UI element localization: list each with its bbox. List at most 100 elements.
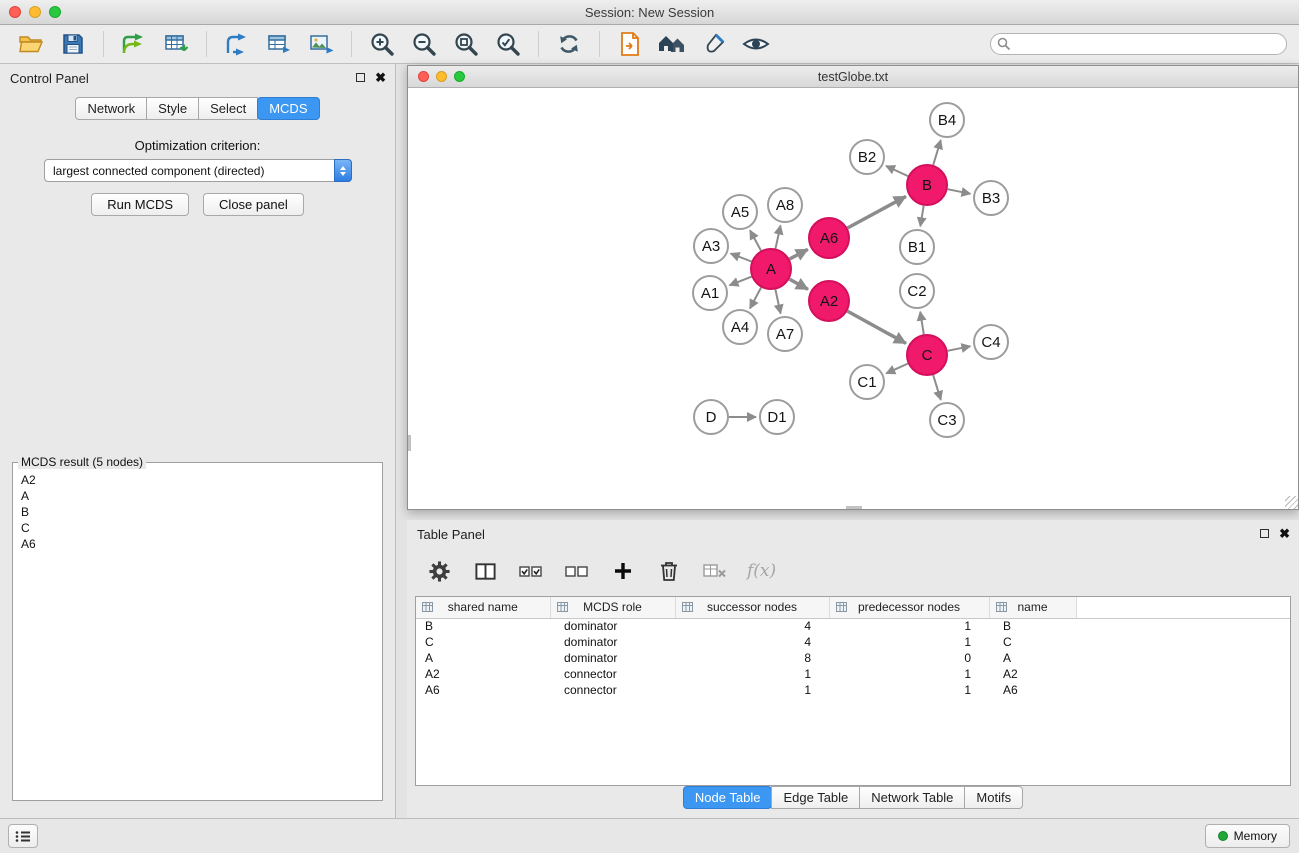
column-header-name[interactable]: name [989, 597, 1076, 618]
table-row[interactable]: A6connector11A6 [416, 682, 1290, 698]
zoom-network-window-button[interactable] [454, 71, 465, 82]
node-C1[interactable]: C1 [850, 365, 884, 399]
edge-B-B2[interactable] [886, 166, 908, 176]
node-A6[interactable]: A6 [809, 218, 849, 258]
zoom-in-button[interactable] [366, 28, 398, 60]
node-B3[interactable]: B3 [974, 181, 1008, 215]
edge-A-A3[interactable] [731, 254, 752, 262]
node-D[interactable]: D [694, 400, 728, 434]
node-C3[interactable]: C3 [930, 403, 964, 437]
table-row[interactable]: Bdominator41B [416, 618, 1290, 634]
column-header-shared-name[interactable]: shared name [416, 597, 550, 618]
table-row[interactable]: A2connector11A2 [416, 666, 1290, 682]
share-network-button[interactable] [221, 28, 253, 60]
show-panels-menu-button[interactable] [8, 824, 38, 848]
document-export-button[interactable] [614, 28, 646, 60]
table-row[interactable]: Adominator80A [416, 650, 1290, 666]
tab-style[interactable]: Style [146, 97, 199, 120]
edge-A-A8[interactable] [776, 226, 781, 249]
delete-column-button[interactable] [651, 554, 687, 588]
node-A3[interactable]: A3 [694, 229, 728, 263]
table-row[interactable]: Cdominator41C [416, 634, 1290, 650]
zoom-selected-button[interactable] [450, 28, 482, 60]
tab-select[interactable]: Select [198, 97, 258, 120]
export-image-button[interactable] [305, 28, 337, 60]
edge-A-A2[interactable] [789, 279, 808, 289]
edge-A-A5[interactable] [750, 230, 761, 250]
show-columns-button[interactable] [467, 554, 503, 588]
tab-edge-table[interactable]: Edge Table [771, 786, 860, 809]
network-graph[interactable]: B4B2BB3A5A8A6B1A3AC2A1A2A4A7CC4C1C3DD1 [408, 88, 1298, 509]
zoom-fit-button[interactable] [492, 28, 524, 60]
column-header-predecessor-nodes[interactable]: predecessor nodes [829, 597, 989, 618]
edge-A6-B[interactable] [848, 196, 906, 228]
node-A4[interactable]: A4 [723, 310, 757, 344]
vertical-scroll-mark[interactable] [408, 435, 411, 451]
node-D1[interactable]: D1 [760, 400, 794, 434]
result-item[interactable]: C [13, 520, 382, 536]
node-C[interactable]: C [907, 335, 947, 375]
edge-A2-C[interactable] [847, 311, 906, 343]
tab-node-table[interactable]: Node Table [683, 786, 773, 809]
node-A8[interactable]: A8 [768, 188, 802, 222]
search-input[interactable] [990, 33, 1287, 55]
home-views-button[interactable] [656, 28, 688, 60]
memory-button[interactable]: Memory [1205, 824, 1290, 848]
open-session-button[interactable] [15, 28, 47, 60]
node-A7[interactable]: A7 [768, 317, 802, 351]
column-header-MCDS-role[interactable]: MCDS role [550, 597, 675, 618]
close-panel-icon[interactable]: ✖ [375, 71, 386, 84]
edge-A-A6[interactable] [790, 249, 808, 259]
create-column-button[interactable] [605, 554, 641, 588]
edge-C-C2[interactable] [920, 312, 924, 335]
select-all-columns-button[interactable] [513, 554, 549, 588]
edge-C-C1[interactable] [886, 364, 908, 374]
float-table-panel-icon[interactable] [1260, 529, 1269, 538]
table-settings-button[interactable] [421, 554, 457, 588]
minimize-network-window-button[interactable] [436, 71, 447, 82]
edge-C-C3[interactable] [933, 375, 941, 400]
new-network-view-button[interactable] [263, 28, 295, 60]
edge-A-A4[interactable] [750, 288, 761, 309]
column-header-successor-nodes[interactable]: successor nodes [675, 597, 829, 618]
close-panel-button[interactable]: Close panel [203, 193, 304, 216]
import-network-button[interactable] [118, 28, 150, 60]
node-A1[interactable]: A1 [693, 276, 727, 310]
close-table-panel-icon[interactable]: ✖ [1279, 527, 1290, 540]
result-item[interactable]: A2 [13, 472, 382, 488]
edge-A-A7[interactable] [775, 290, 780, 314]
edge-A-A1[interactable] [730, 277, 752, 286]
resize-grip[interactable] [1285, 496, 1298, 509]
refresh-view-button[interactable] [553, 28, 585, 60]
tab-network[interactable]: Network [75, 97, 147, 120]
node-B4[interactable]: B4 [930, 103, 964, 137]
result-item[interactable]: A6 [13, 536, 382, 552]
unselect-all-columns-button[interactable] [559, 554, 595, 588]
tab-network-table[interactable]: Network Table [859, 786, 965, 809]
node-C4[interactable]: C4 [974, 325, 1008, 359]
edge-B-B4[interactable] [933, 140, 941, 165]
float-panel-icon[interactable] [356, 73, 365, 82]
function-builder-label[interactable]: f(x) [743, 561, 776, 581]
edge-B-B3[interactable] [948, 189, 971, 194]
node-B[interactable]: B [907, 165, 947, 205]
node-A5[interactable]: A5 [723, 195, 757, 229]
minimize-window-button[interactable] [29, 6, 41, 18]
result-item[interactable]: B [13, 504, 382, 520]
tab-motifs[interactable]: Motifs [964, 786, 1023, 809]
node-B2[interactable]: B2 [850, 140, 884, 174]
style-tool-button[interactable] [698, 28, 730, 60]
save-session-button[interactable] [57, 28, 89, 60]
node-C2[interactable]: C2 [900, 274, 934, 308]
import-table-button[interactable] [160, 28, 192, 60]
zoom-window-button[interactable] [49, 6, 61, 18]
result-item[interactable]: A [13, 488, 382, 504]
node-A[interactable]: A [751, 249, 791, 289]
tab-mcds[interactable]: MCDS [257, 97, 319, 120]
close-window-button[interactable] [9, 6, 21, 18]
toggle-visibility-button[interactable] [740, 28, 772, 60]
close-network-window-button[interactable] [418, 71, 429, 82]
optimization-criterion-select[interactable]: largest connected component (directed) [44, 159, 352, 182]
network-window-titlebar[interactable]: testGlobe.txt [408, 66, 1298, 88]
node-A2[interactable]: A2 [809, 281, 849, 321]
